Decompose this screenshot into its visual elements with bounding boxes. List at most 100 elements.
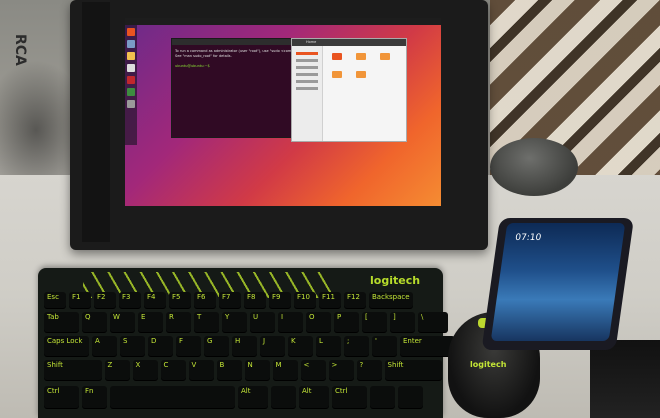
terminal-line: See "man sudo_root" for details. xyxy=(175,54,232,58)
key-a[interactable]: A xyxy=(92,336,117,356)
keyboard-logo: logitech xyxy=(370,274,421,287)
folder-icon[interactable] xyxy=(356,71,366,78)
sidebar-item[interactable] xyxy=(296,80,318,83)
key-u[interactable]: U xyxy=(250,312,275,332)
ubuntu-dock xyxy=(125,25,137,145)
phone-clock: 07:10 xyxy=(514,233,542,243)
files-title-bar[interactable]: Home xyxy=(292,39,406,46)
key-enter[interactable]: Enter xyxy=(400,336,455,356)
key-x[interactable]: X xyxy=(132,360,158,380)
key-o[interactable]: O xyxy=(306,312,331,332)
key-f7[interactable]: F7 xyxy=(219,292,241,308)
key-k[interactable]: K xyxy=(288,336,313,356)
key-alt[interactable]: Alt xyxy=(238,386,268,408)
key-g[interactable]: G xyxy=(204,336,229,356)
key-caps-lock[interactable]: Caps Lock xyxy=(44,336,89,356)
sidebar-item[interactable] xyxy=(296,66,318,69)
tablet-side-buttons xyxy=(82,2,110,242)
key-t[interactable]: T xyxy=(194,312,219,332)
key-f[interactable]: F xyxy=(176,336,201,356)
key-f12[interactable]: F12 xyxy=(344,292,366,308)
key-f4[interactable]: F4 xyxy=(144,292,166,308)
key-alt[interactable]: Alt xyxy=(299,386,329,408)
key-tab[interactable]: Tab xyxy=(44,312,79,332)
mouse-logo: logitech xyxy=(470,360,507,369)
key-f11[interactable]: F11 xyxy=(319,292,341,308)
key-n[interactable]: N xyxy=(244,360,270,380)
key-z[interactable]: Z xyxy=(104,360,130,380)
key-e[interactable]: E xyxy=(138,312,163,332)
key-blank[interactable] xyxy=(370,386,395,408)
key-r[interactable]: R xyxy=(166,312,191,332)
sidebar-item[interactable] xyxy=(296,87,318,90)
dock-app-icon[interactable] xyxy=(127,40,135,48)
dock-app-icon[interactable] xyxy=(127,100,135,108)
key-ctrl[interactable]: Ctrl xyxy=(332,386,367,408)
files-window[interactable]: Home xyxy=(291,38,407,142)
dock-app-icon[interactable] xyxy=(127,28,135,36)
folder-icon[interactable] xyxy=(356,53,366,60)
key--[interactable]: \ xyxy=(418,312,448,332)
key-shift[interactable]: Shift xyxy=(44,360,102,380)
sidebar-item[interactable] xyxy=(296,52,318,55)
terminal-window[interactable]: To run a command as administrator (user … xyxy=(171,38,307,138)
folder-icon[interactable] xyxy=(380,53,390,60)
key--[interactable]: ' xyxy=(372,336,397,356)
key-f5[interactable]: F5 xyxy=(169,292,191,308)
key-f2[interactable]: F2 xyxy=(94,292,116,308)
terminal-prompt: ubuntu@ubuntu:~$ xyxy=(175,64,210,68)
key--[interactable]: > xyxy=(328,360,354,380)
key-f10[interactable]: F10 xyxy=(294,292,316,308)
key-blank[interactable] xyxy=(398,386,423,408)
key-f9[interactable]: F9 xyxy=(269,292,291,308)
key-f3[interactable]: F3 xyxy=(119,292,141,308)
terminal-title-bar[interactable] xyxy=(172,39,292,45)
key-q[interactable]: Q xyxy=(82,312,107,332)
key-b[interactable]: B xyxy=(216,360,242,380)
folder-icon[interactable] xyxy=(332,71,342,78)
phone-screen: 07:10 xyxy=(490,223,626,341)
key-f8[interactable]: F8 xyxy=(244,292,266,308)
key-f6[interactable]: F6 xyxy=(194,292,216,308)
key-w[interactable]: W xyxy=(110,312,135,332)
key-h[interactable]: H xyxy=(232,336,257,356)
key-ctrl[interactable]: Ctrl xyxy=(44,386,79,408)
key-f1[interactable]: F1 xyxy=(69,292,91,308)
key-fn[interactable]: Fn xyxy=(82,386,107,408)
usb-dock xyxy=(590,340,660,418)
key-blank[interactable] xyxy=(271,386,296,408)
key--[interactable]: < xyxy=(300,360,326,380)
key-l[interactable]: L xyxy=(316,336,341,356)
key-j[interactable]: J xyxy=(260,336,285,356)
key-m[interactable]: M xyxy=(272,360,298,380)
folder-icon[interactable] xyxy=(332,53,342,60)
tablet-screen: To run a command as administrator (user … xyxy=(125,18,441,206)
key-i[interactable]: I xyxy=(278,312,303,332)
dock-app-icon[interactable] xyxy=(127,52,135,60)
key-esc[interactable]: Esc xyxy=(44,292,66,308)
key-s[interactable]: S xyxy=(120,336,145,356)
smart-speaker xyxy=(490,138,578,196)
sidebar-item[interactable] xyxy=(296,73,318,76)
key-blank[interactable] xyxy=(110,386,235,408)
key--[interactable]: ? xyxy=(356,360,382,380)
key--[interactable]: ; xyxy=(344,336,369,356)
smartphone: 07:10 xyxy=(481,218,634,350)
dock-app-icon[interactable] xyxy=(127,76,135,84)
key-shift[interactable]: Shift xyxy=(384,360,442,380)
key-backspace[interactable]: Backspace xyxy=(369,292,413,308)
key--[interactable]: [ xyxy=(362,312,387,332)
dock-app-icon[interactable] xyxy=(127,88,135,96)
key-v[interactable]: V xyxy=(188,360,214,380)
key-p[interactable]: P xyxy=(334,312,359,332)
terminal-line: To run a command as administrator (user … xyxy=(175,49,307,53)
files-sidebar xyxy=(292,46,323,141)
sidebar-item[interactable] xyxy=(296,59,318,62)
key--[interactable]: ] xyxy=(390,312,415,332)
key-y[interactable]: Y xyxy=(222,312,247,332)
key-c[interactable]: C xyxy=(160,360,186,380)
dock-app-icon[interactable] xyxy=(127,64,135,72)
ubuntu-top-bar xyxy=(125,18,441,25)
logitech-keyboard: logitech Esc F1 F2 F3 F4 F5 F6 F7 F8 F9 F10 F11 F12 B… xyxy=(38,268,455,418)
key-d[interactable]: D xyxy=(148,336,173,356)
